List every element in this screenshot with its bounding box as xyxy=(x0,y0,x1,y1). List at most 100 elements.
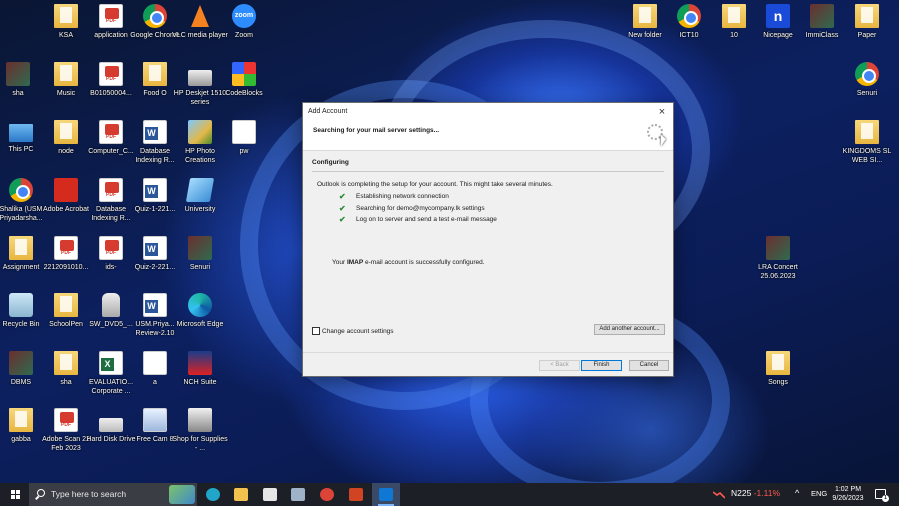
dialog-titlebar[interactable]: Add Account × xyxy=(303,103,673,121)
dialog-title: Add Account xyxy=(308,108,348,115)
image-icon xyxy=(6,62,30,86)
desktop-icon-label: gabba xyxy=(11,436,31,443)
microsoft-store-icon xyxy=(263,488,277,501)
language-indicator[interactable]: ENG xyxy=(811,489,827,498)
desktop-icon-label: Food O xyxy=(143,90,167,97)
taskbar-app-microsoft-store[interactable] xyxy=(256,483,284,506)
desktop-icon[interactable]: Senuri xyxy=(172,236,228,272)
desktop-icon[interactable]: Songs xyxy=(750,351,806,387)
desktop-icon[interactable]: LRA Concert 25.06.2023 xyxy=(750,236,806,281)
desktop-icon[interactable]: NCH Suite xyxy=(172,351,228,387)
chrome-icon xyxy=(143,4,167,28)
close-icon[interactable]: × xyxy=(655,105,669,119)
shop-icon xyxy=(188,408,212,432)
powerpoint-icon xyxy=(349,488,363,501)
folder-icon xyxy=(54,4,78,28)
edge-icon xyxy=(188,293,212,317)
chrome-icon xyxy=(855,62,879,86)
add-account-dialog: Add Account × Searching for your mail se… xyxy=(302,102,674,377)
cam-icon xyxy=(143,408,167,432)
chrome-icon xyxy=(320,488,334,501)
finish-button[interactable]: Finish xyxy=(581,360,622,371)
task-label: Searching for demo@mycompany.lk settings xyxy=(356,205,485,212)
desktop-background: KSAapplicationGoogle ChromeVLC media pla… xyxy=(0,0,899,483)
stock-widget[interactable]: N225 -1.11% xyxy=(731,488,780,498)
search-highlight-icon xyxy=(169,485,195,504)
desktop-icon[interactable]: zoom Zoom xyxy=(216,4,272,40)
nch-icon xyxy=(188,351,212,375)
notification-icon[interactable]: 1 xyxy=(875,489,889,502)
desktop-icon-label: Shop for Supplies - ... xyxy=(172,436,228,452)
desktop-icon-label: New folder xyxy=(628,32,662,39)
chevron-up-icon[interactable]: ^ xyxy=(795,488,799,498)
usb-icon xyxy=(102,293,120,317)
desktop-icon-label: SchoolPen xyxy=(49,321,83,328)
cancel-button[interactable]: Cancel xyxy=(629,360,669,371)
desktop-icon-label: Music xyxy=(56,90,76,97)
dialog-header: Searching for your mail server settings.… xyxy=(303,121,673,151)
clock[interactable]: 1:02 PM 9/26/2023 xyxy=(830,485,866,503)
result-suffix: e-mail account is successfully configure… xyxy=(363,259,485,266)
folder-icon xyxy=(9,236,33,260)
desktop-icon[interactable]: Shop for Supplies - ... xyxy=(172,408,228,453)
desktop-icon[interactable]: Microsoft Edge xyxy=(172,293,228,329)
desktop-icon-label: KINGDOMS SL WEB SI... xyxy=(842,148,892,164)
desktop-icon-label: Quiz-2-221... xyxy=(134,264,176,271)
desktop-icon-label: Recycle Bin xyxy=(2,321,40,328)
desktop-icon-label: USM.Priya... Review-2.10 xyxy=(135,321,175,337)
word-icon xyxy=(143,120,167,144)
add-another-account-button[interactable]: Add another account... xyxy=(594,324,665,335)
desktop-icon-label: This PC xyxy=(8,146,34,153)
folder-icon xyxy=(54,120,78,144)
desktop-icon[interactable]: Senuri xyxy=(839,62,895,98)
desktop-icon[interactable]: KINGDOMS SL WEB SI... xyxy=(839,120,895,165)
taskbar-app-outlook[interactable] xyxy=(372,483,400,506)
generic-icon xyxy=(143,351,167,375)
image-icon xyxy=(188,236,212,260)
desktop-icon-label: 2212091010... xyxy=(43,264,89,271)
taskbar-app-file-explorer[interactable] xyxy=(227,483,255,506)
file-explorer-icon xyxy=(234,488,248,501)
start-button[interactable] xyxy=(4,483,26,506)
taskbar-app-snipping[interactable] xyxy=(284,483,312,506)
check-icon: ✔ xyxy=(339,192,346,201)
search-input[interactable]: Type here to search xyxy=(51,489,126,499)
taskbar-app-edge[interactable] xyxy=(199,483,227,506)
pc-icon xyxy=(9,124,33,142)
desktop-icon[interactable]: pw xyxy=(216,120,272,156)
taskbar-app-powerpoint[interactable] xyxy=(342,483,370,506)
nicepage-icon: n xyxy=(766,4,790,28)
change-account-settings-label[interactable]: Change account settings xyxy=(322,328,394,335)
check-icon: ✔ xyxy=(339,215,346,224)
snipping-icon xyxy=(291,488,305,501)
result-message: Your IMAP e-mail account is successfully… xyxy=(332,259,485,266)
desktop-icon-label: Paper xyxy=(857,32,877,39)
desktop-icon-label: Senuri xyxy=(189,264,211,271)
hp-icon xyxy=(188,70,212,86)
taskbar-search[interactable]: Type here to search xyxy=(29,483,197,506)
chrome-icon xyxy=(9,178,33,202)
desktop-icon-label: Zoom xyxy=(235,32,253,39)
taskbar-app-chrome[interactable] xyxy=(313,483,341,506)
desktop-icon[interactable]: Paper xyxy=(839,4,895,40)
folder-icon xyxy=(54,293,78,317)
desktop-icon[interactable]: University xyxy=(172,178,228,214)
stock-change: -1.11% xyxy=(753,488,781,498)
back-button[interactable]: < Back xyxy=(539,360,580,371)
desktop-icon-label: B01050004... xyxy=(90,90,132,97)
outlook-icon xyxy=(379,488,393,501)
desktop-icon-label: ImmiClass xyxy=(805,32,839,39)
desktop-icon-label: sha xyxy=(12,90,24,97)
folder-icon xyxy=(855,4,879,28)
desktop-icon-label: Free Cam 8 xyxy=(136,436,174,443)
word-icon xyxy=(143,178,167,202)
footer-divider xyxy=(303,352,673,353)
notification-count: 1 xyxy=(882,495,889,502)
search-icon xyxy=(37,489,45,497)
desktop-icon-label: LRA Concert 25.06.2023 xyxy=(758,264,798,280)
pdf-icon xyxy=(54,236,78,260)
check-icon: ✔ xyxy=(339,204,346,213)
change-account-settings-checkbox[interactable] xyxy=(312,327,320,335)
desktop-icon[interactable]: CodeBlocks xyxy=(216,62,272,98)
desktop-icon-label: NCH Suite xyxy=(183,379,217,386)
